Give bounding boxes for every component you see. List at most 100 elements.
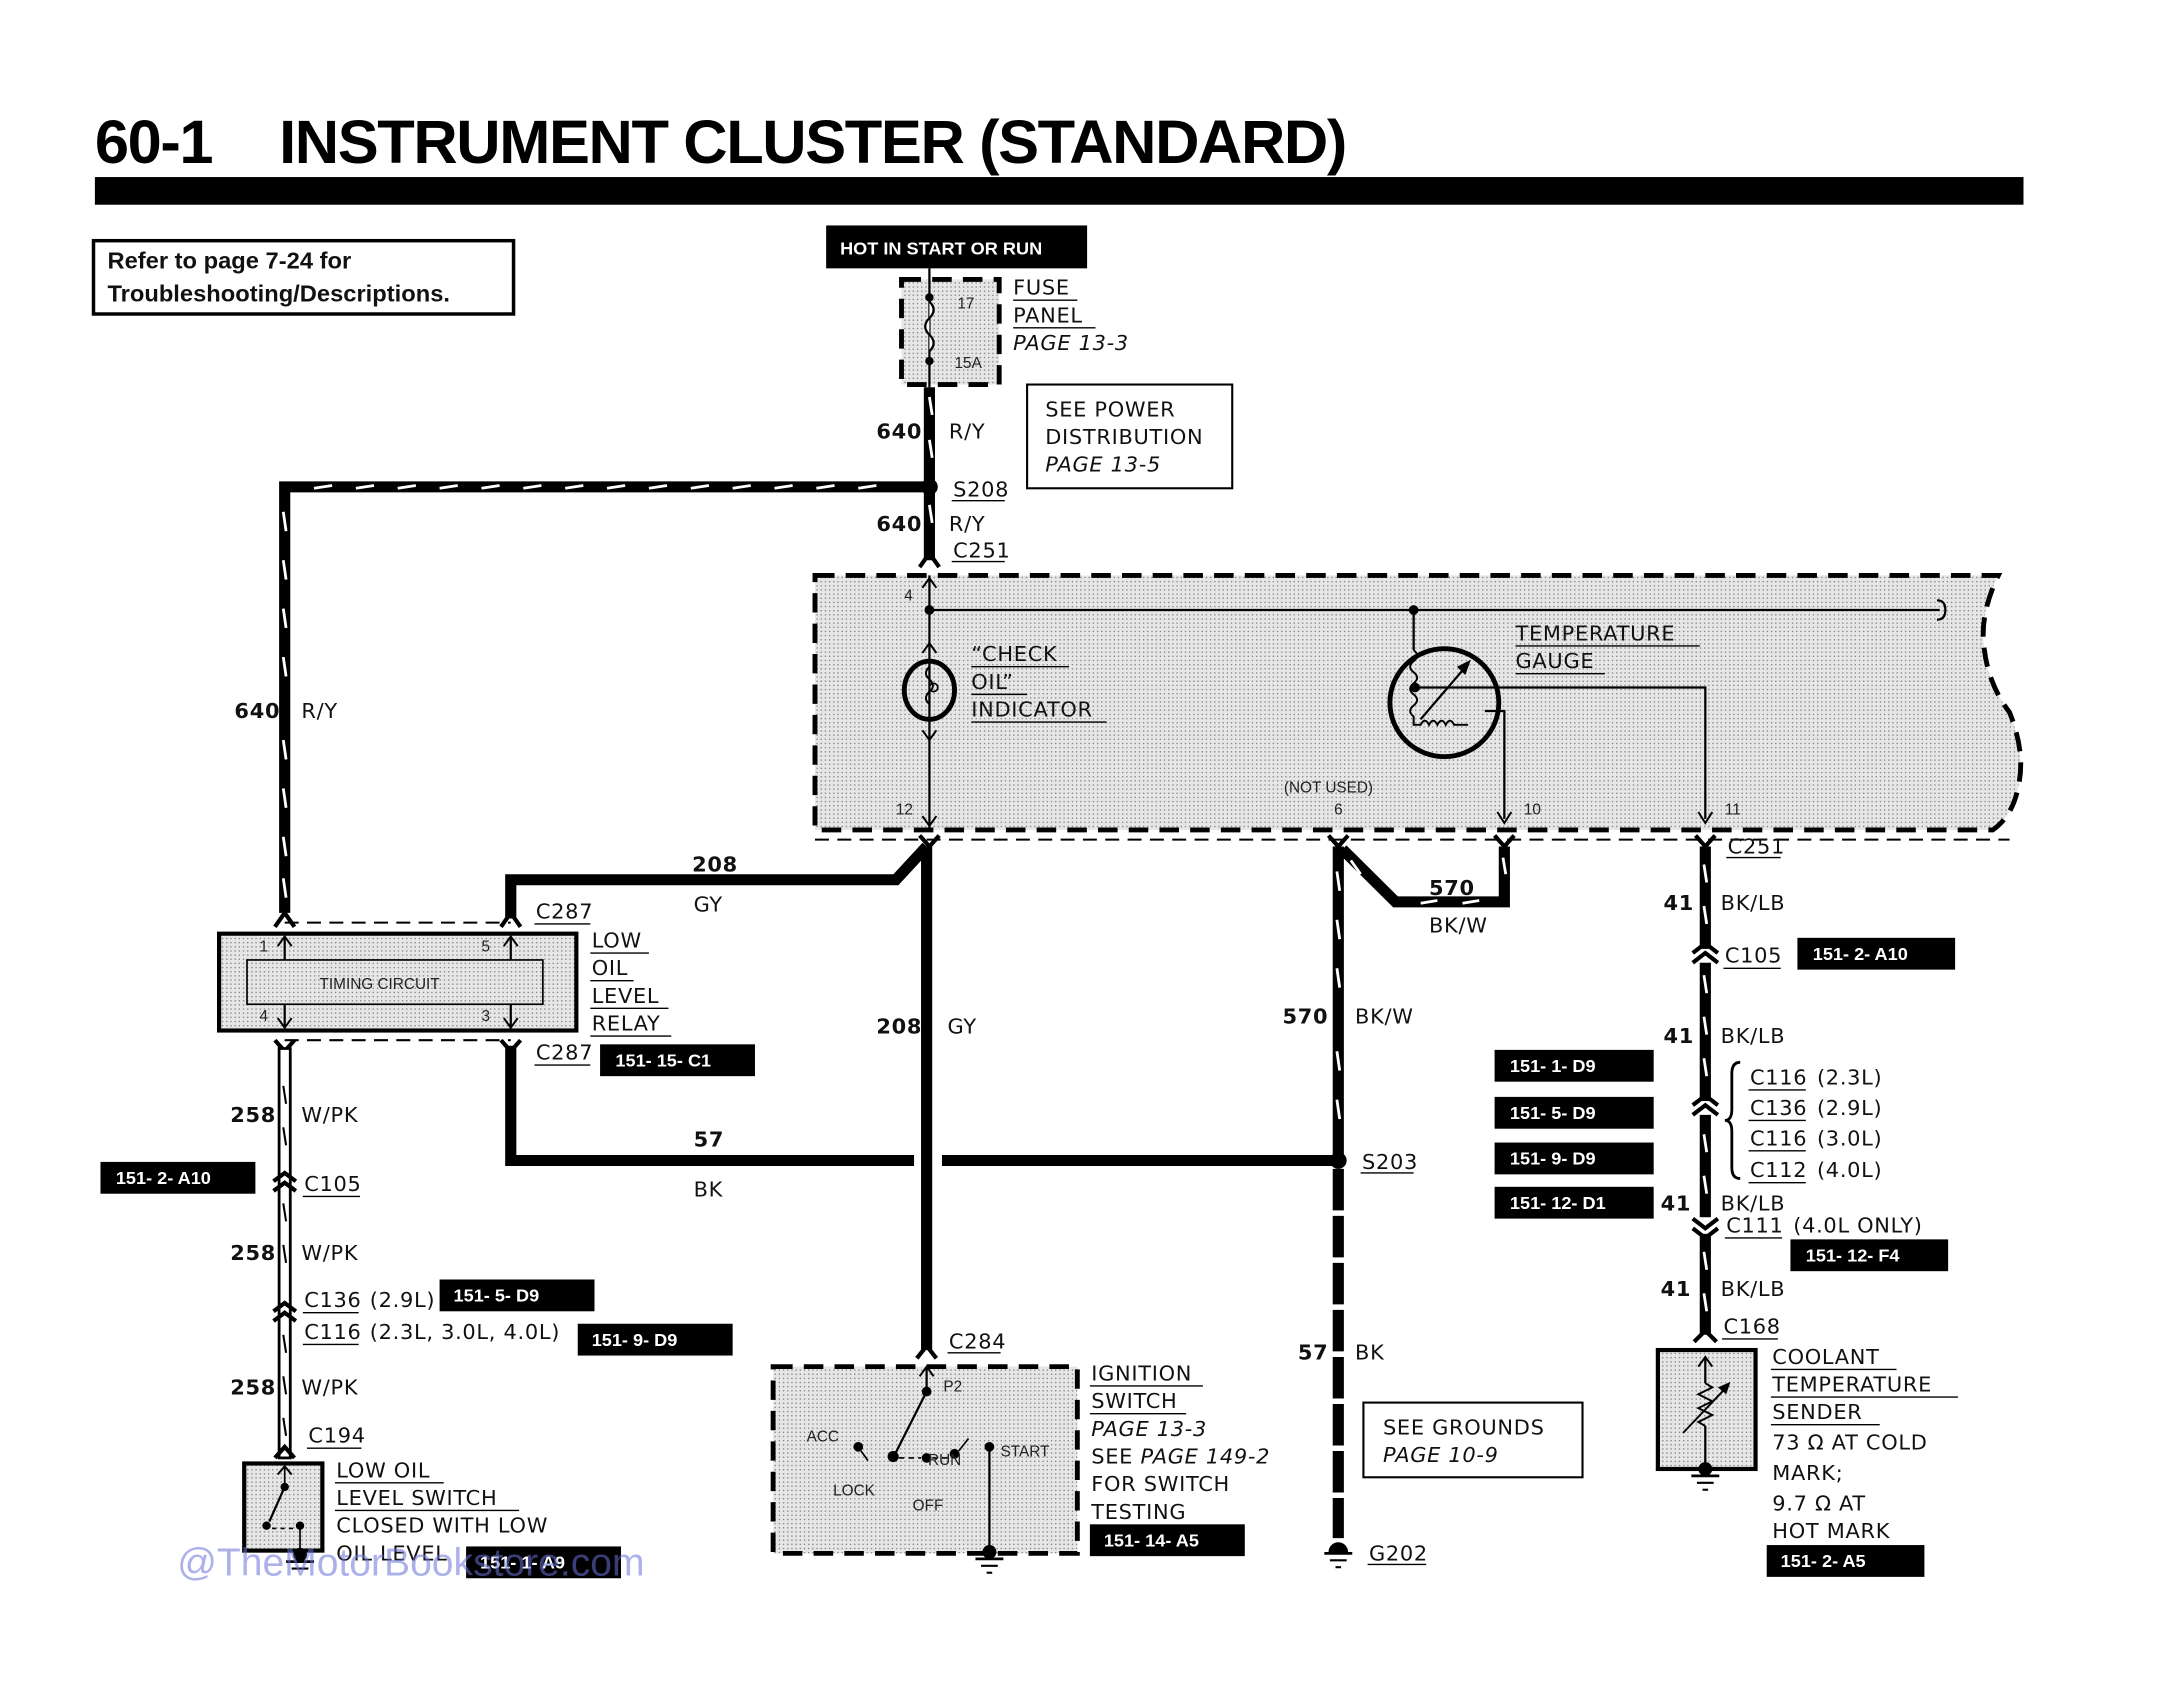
svg-text:LEVEL SWITCH: LEVEL SWITCH [336, 1486, 497, 1510]
svg-text:GY: GY [948, 1014, 977, 1038]
svg-text:151- 14- A5: 151- 14- A5 [1104, 1531, 1199, 1551]
svg-text:RELAY: RELAY [592, 1012, 661, 1036]
svg-text:RUN: RUN [928, 1452, 961, 1469]
bracket-icon [1724, 1060, 1741, 1180]
svg-text:START: START [1001, 1444, 1050, 1461]
svg-text:41: 41 [1663, 1024, 1694, 1048]
svg-text:6: 6 [1334, 802, 1343, 819]
location-tag: 151- 2- A5 [1766, 1545, 1925, 1577]
svg-text:12: 12 [896, 802, 913, 819]
low-oil-level-relay: C287 TIMING CIRCUIT 1 5 4 3 LOW OIL LEVE… [217, 900, 672, 1066]
svg-text:SEE GROUNDS: SEE GROUNDS [1383, 1415, 1545, 1439]
svg-text:C116: C116 [1750, 1126, 1807, 1150]
wiring-diagram: 60-1 INSTRUMENT CLUSTER (STANDARD) Refer… [91, 108, 2024, 1584]
svg-text:17: 17 [957, 296, 974, 313]
svg-text:TEMPERATURE: TEMPERATURE [1515, 622, 1676, 646]
ground-g202-icon [1324, 1542, 1353, 1569]
svg-text:LOW: LOW [592, 929, 642, 953]
svg-text:TIMING CIRCUIT: TIMING CIRCUIT [320, 976, 440, 993]
svg-text:C251: C251 [953, 539, 1010, 563]
location-tag: 151- 5- D9 [439, 1279, 595, 1312]
svg-text:1: 1 [260, 939, 269, 956]
page-number: 60-1 [95, 108, 213, 176]
svg-text:W/PK: W/PK [301, 1241, 359, 1265]
location-tag: 151- 2- A10 [1797, 937, 1956, 970]
svg-text:LOW OIL: LOW OIL [336, 1458, 430, 1482]
svg-text:G202: G202 [1369, 1541, 1428, 1565]
svg-text:C284: C284 [949, 1330, 1006, 1354]
svg-text:258: 258 [230, 1241, 276, 1265]
svg-text:R/Y: R/Y [301, 699, 337, 723]
svg-text:640: 640 [234, 699, 280, 723]
svg-text:GAUGE: GAUGE [1516, 649, 1595, 673]
svg-text:P2: P2 [943, 1379, 962, 1396]
coolant-temperature-sender: COOLANT TEMPERATURE SENDER 73 Ω AT COLD … [1655, 1345, 1958, 1543]
svg-text:BK/LB: BK/LB [1721, 1277, 1786, 1301]
location-tag: 151- 5- D9 [1494, 1096, 1654, 1129]
svg-text:C136: C136 [1750, 1096, 1807, 1120]
hot-in-start-or-run-label: HOT IN START OR RUN [826, 225, 1088, 269]
svg-text:(2.3L, 3.0L, 4.0L): (2.3L, 3.0L, 4.0L) [370, 1320, 560, 1344]
svg-text:BK/LB: BK/LB [1721, 891, 1786, 915]
svg-text:(4.0L ONLY): (4.0L ONLY) [1793, 1214, 1922, 1238]
svg-text:151- 1- D9: 151- 1- D9 [1510, 1056, 1596, 1076]
svg-text:11: 11 [1725, 802, 1741, 819]
svg-text:SEE POWER: SEE POWER [1045, 397, 1175, 421]
svg-text:HOT MARK: HOT MARK [1772, 1519, 1890, 1543]
svg-text:151- 5- D9: 151- 5- D9 [1510, 1103, 1596, 1123]
svg-text:570: 570 [1429, 876, 1475, 900]
svg-text:C287: C287 [536, 1041, 593, 1065]
svg-text:41: 41 [1661, 1277, 1692, 1301]
svg-text:151- 15- C1: 151- 15- C1 [615, 1051, 711, 1071]
svg-text:BK/W: BK/W [1355, 1005, 1414, 1029]
svg-text:73 Ω AT COLD: 73 Ω AT COLD [1772, 1431, 1927, 1455]
svg-text:4: 4 [260, 1008, 269, 1025]
svg-text:OIL”: OIL” [971, 670, 1013, 694]
svg-text:(2.9L): (2.9L) [1817, 1096, 1882, 1120]
svg-text:4: 4 [904, 587, 913, 604]
svg-text:COOLANT: COOLANT [1772, 1345, 1879, 1369]
svg-text:(4.0L): (4.0L) [1817, 1158, 1882, 1182]
svg-text:BK: BK [1355, 1341, 1385, 1365]
location-tag: 151- 9- D9 [1494, 1142, 1654, 1175]
svg-text:LOCK: LOCK [833, 1482, 876, 1499]
fuse-panel: 17 15A FUSE PANEL PAGE 13-3 [899, 268, 1128, 388]
svg-text:C136: C136 [304, 1288, 361, 1312]
svg-text:MARK;: MARK; [1772, 1461, 1843, 1485]
connector-c251-bottom: C251 [814, 834, 2010, 858]
svg-text:(3.0L): (3.0L) [1817, 1126, 1882, 1150]
page-header: 60-1 INSTRUMENT CLUSTER (STANDARD) [94, 108, 2024, 205]
svg-text:C105: C105 [304, 1172, 361, 1196]
splice-s208 [921, 478, 938, 496]
svg-text:41: 41 [1663, 891, 1694, 915]
location-tag: 151- 1- D9 [1494, 1049, 1654, 1082]
svg-text:C194: C194 [308, 1424, 365, 1448]
svg-text:Troubleshooting/Descriptions.: Troubleshooting/Descriptions. [107, 282, 450, 308]
svg-text:C116: C116 [304, 1320, 361, 1344]
svg-text:41: 41 [1661, 1191, 1692, 1215]
svg-text:151- 5- D9: 151- 5- D9 [454, 1286, 540, 1306]
svg-text:151- 12- F4: 151- 12- F4 [1806, 1246, 1900, 1266]
svg-text:208: 208 [876, 1014, 922, 1038]
instrument-cluster: 4 “CHECK OIL” INDICATOR 12 TEMPERATURE G… [812, 573, 2024, 833]
location-tag: 151- 2- A10 [100, 1161, 256, 1194]
svg-text:W/PK: W/PK [301, 1103, 359, 1127]
svg-text:C168: C168 [1723, 1315, 1780, 1339]
svg-text:15A: 15A [955, 355, 983, 372]
svg-text:GY: GY [694, 893, 723, 917]
svg-text:HOT IN START OR RUN: HOT IN START OR RUN [840, 239, 1042, 259]
svg-text:9.7 Ω AT: 9.7 Ω AT [1772, 1492, 1866, 1516]
location-tag: 151- 12- F4 [1790, 1239, 1949, 1272]
svg-text:570: 570 [1282, 1005, 1328, 1029]
svg-text:C287: C287 [536, 900, 593, 924]
svg-text:W/PK: W/PK [301, 1375, 359, 1399]
svg-text:BK: BK [694, 1178, 724, 1202]
svg-text:LEVEL: LEVEL [592, 984, 660, 1008]
svg-text:151- 2- A10: 151- 2- A10 [116, 1168, 211, 1188]
svg-text:INDICATOR: INDICATOR [971, 698, 1092, 722]
location-tag: 151- 15- C1 [600, 1044, 755, 1077]
svg-text:OFF: OFF [913, 1498, 944, 1515]
svg-text:BK/LB: BK/LB [1721, 1191, 1786, 1215]
svg-text:5: 5 [481, 939, 490, 956]
svg-text:C112: C112 [1750, 1158, 1807, 1182]
